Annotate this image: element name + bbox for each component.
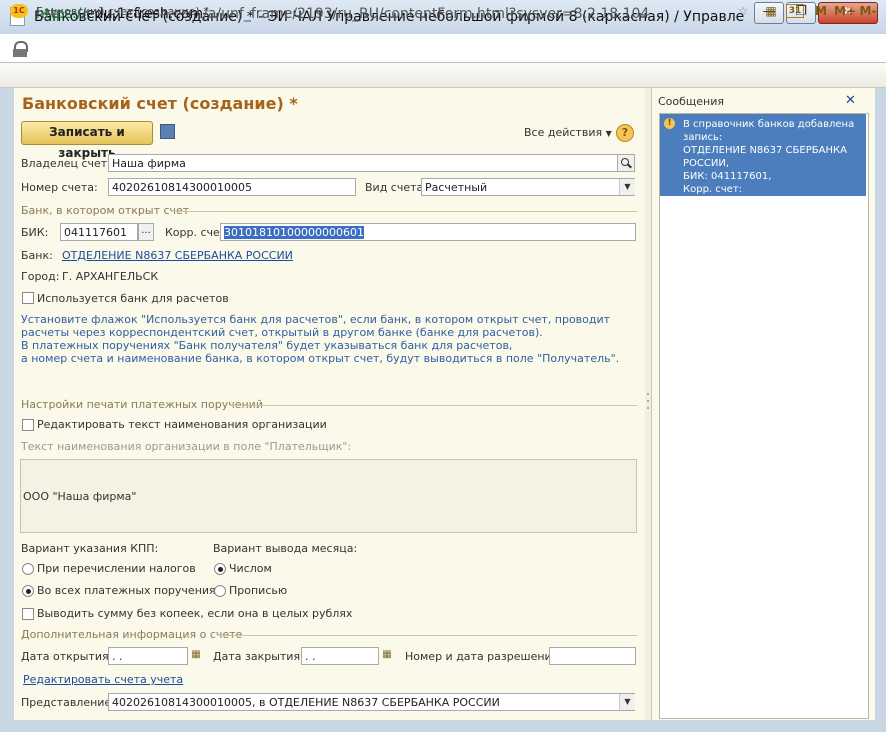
window-bottom [0, 720, 886, 732]
no-kopeks-label[interactable]: Выводить сумму без копеек, если она в це… [37, 607, 352, 620]
owner-label: Владелец счета: [21, 157, 118, 170]
kpp-variant-label: Вариант указания КПП: [21, 542, 159, 555]
close-date-label: Дата закрытия: [213, 650, 304, 663]
account-type-label: Вид счета: [365, 181, 427, 194]
extra-section-title: Дополнительная информация о счете [21, 628, 243, 641]
hint-line-4: а номер счета и наименование банка, в ко… [21, 352, 620, 365]
bik-label: БИК: [21, 226, 49, 239]
hint-line-1: Установите флажок "Используется банк для… [21, 313, 611, 326]
bik-field[interactable]: 041117601 [60, 223, 138, 241]
corr-account-field[interactable]: 30101810100000000601 [220, 223, 636, 241]
edit-name-checkbox[interactable] [22, 419, 34, 431]
lock-body-icon [13, 49, 27, 57]
edit-name-label[interactable]: Редактировать текст наименования организ… [37, 418, 327, 431]
favorite-icon[interactable]: ☆ [736, 4, 750, 20]
memory-minus-button[interactable]: M- [858, 4, 878, 20]
city-label: Город: [21, 270, 60, 283]
permit-label: Номер и дата разрешения: [405, 650, 563, 663]
month-number-radio[interactable] [214, 563, 226, 575]
bank-section-divider [172, 211, 637, 212]
month-variant-label: Вариант вывода месяца: [213, 542, 358, 555]
month-words-label[interactable]: Прописью [229, 584, 287, 597]
tab-label[interactable]: Банковский счет (создание) * [36, 5, 209, 18]
help-button[interactable]: ? [616, 124, 634, 142]
form-left-border [0, 88, 14, 732]
use-settlement-bank-checkbox[interactable] [22, 292, 34, 304]
close-icon[interactable]: ✕ [845, 93, 856, 108]
print-section-divider [232, 405, 637, 406]
kpp-taxes-label[interactable]: При перечислении налогов [37, 562, 196, 575]
payer-text-label: Текст наименования организации в поле "П… [21, 440, 352, 453]
calendar-tool-icon[interactable]: 31 [786, 4, 804, 18]
all-actions-label: Все действия [524, 126, 603, 139]
1c-logo-icon: 1С [10, 4, 28, 18]
calendar-icon[interactable]: ▦ [380, 648, 394, 662]
kpp-all-label[interactable]: Во всех платежных поручениях [37, 584, 222, 597]
form-title: Банковский счет (создание) * [22, 94, 298, 113]
search-icon[interactable] [618, 154, 635, 172]
address-bar[interactable] [0, 34, 886, 63]
calendar-icon[interactable]: ▦ [189, 648, 203, 662]
open-date-field[interactable]: . . [108, 647, 188, 665]
url-path: /a/unf_frame/2193/ru_RU/contentForm.html… [203, 6, 650, 22]
account-type-select[interactable]: Расчетный [421, 178, 635, 196]
bik-select-button[interactable]: ... [138, 223, 154, 241]
dropdown-arrow-icon[interactable]: ▼ [619, 694, 635, 710]
close-date-field[interactable]: . . [301, 647, 379, 665]
use-settlement-bank-label[interactable]: Используется банк для расчетов [37, 292, 229, 305]
corr-account-value: 30101810100000000601 [224, 226, 364, 239]
payer-text-value: ООО "Наша фирма" [23, 490, 137, 503]
account-number-field[interactable]: 40202610814300010005 [108, 178, 356, 196]
all-actions-menu[interactable]: Все действия ▼ [524, 126, 612, 139]
kpp-all-radio[interactable] [22, 585, 34, 597]
extra-section-divider [218, 635, 637, 636]
owner-field[interactable]: Наша фирма [108, 154, 618, 172]
hint-line-2: расчеты через корреспондентский счет, от… [21, 326, 543, 339]
edit-accounting-link[interactable]: Редактировать счета учета [23, 673, 183, 686]
month-number-label[interactable]: Числом [229, 562, 272, 575]
tab-bar [0, 63, 886, 88]
memory-button[interactable]: M [814, 4, 828, 20]
calculator-icon[interactable]: ▦ [764, 4, 778, 20]
month-words-radio[interactable] [214, 585, 226, 597]
open-date-label: Дата открытия: [21, 650, 113, 663]
messages-title: Сообщения [658, 95, 725, 108]
no-kopeks-checkbox[interactable] [22, 608, 34, 620]
permit-field[interactable] [549, 647, 636, 665]
payer-text-area[interactable]: ООО "Наша фирма" [20, 459, 637, 533]
representation-label: Представление: [21, 696, 115, 709]
dropdown-arrow-icon[interactable]: ▼ [619, 179, 635, 195]
bank-name-link[interactable]: ОТДЕЛЕНИЕ N8637 СБЕРБАНКА РОССИИ [62, 249, 293, 262]
bank-section-title: Банк, в котором открыт счет [21, 204, 190, 217]
chevron-down-icon: ▼ [605, 129, 612, 138]
save-and-close-button[interactable]: Записать и закрыть [21, 121, 153, 160]
city-value: Г. АРХАНГЕЛЬСК [62, 270, 159, 283]
floppy-icon[interactable] [160, 124, 175, 139]
exclamation-icon: ! [664, 118, 675, 129]
hint-line-3: В платежных поручениях "Банк получателя"… [21, 339, 513, 352]
bank-label: Банк: [21, 249, 53, 262]
message-text: В справочник банков добавлена запись: ОТ… [683, 119, 855, 208]
memory-plus-button[interactable]: M+ [834, 4, 856, 20]
print-section-title: Настройки печати платежных поручений [21, 398, 263, 411]
representation-field[interactable]: 40202610814300010005, в ОТДЕЛЕНИЕ N8637 … [108, 693, 635, 711]
kpp-taxes-radio[interactable] [22, 563, 34, 575]
account-number-label: Номер счета: [21, 181, 98, 194]
